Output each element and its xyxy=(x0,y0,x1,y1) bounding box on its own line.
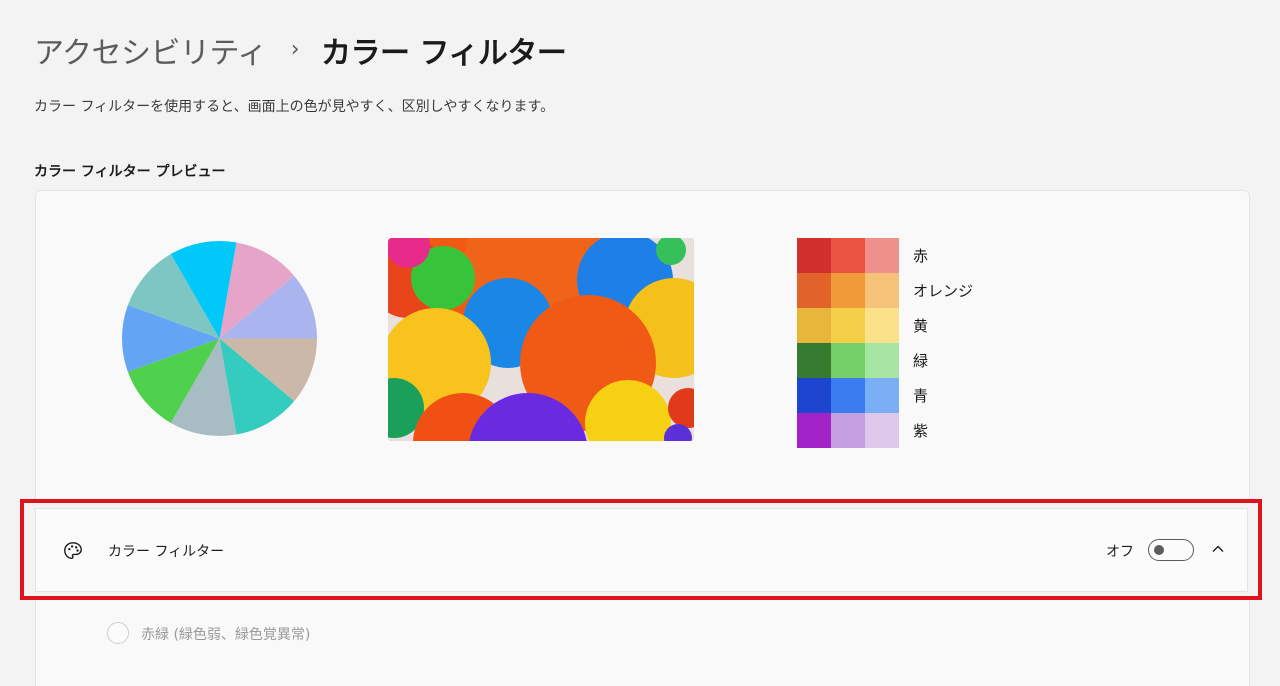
toggle-knob xyxy=(1154,545,1164,555)
swatch-label: 黄 xyxy=(913,317,929,335)
color-swatch xyxy=(865,343,899,378)
chevron-up-icon[interactable] xyxy=(1210,541,1226,557)
color-swatch xyxy=(831,413,865,448)
page-title: カラー フィルター xyxy=(321,36,567,71)
color-swatch xyxy=(831,308,865,343)
breadcrumb-parent[interactable]: アクセシビリティ xyxy=(34,28,267,72)
color-swatch xyxy=(865,378,899,413)
toggle-state-text: オフ xyxy=(1106,544,1134,560)
color-swatch xyxy=(797,343,831,378)
color-filter-toggle[interactable] xyxy=(1148,539,1194,561)
swatch-row: 紫 xyxy=(797,413,973,448)
swatch-row: 青 xyxy=(797,378,973,413)
preview-pie-chart xyxy=(121,240,318,437)
swatch-row: オレンジ xyxy=(797,273,973,308)
swatch-row: 赤 xyxy=(797,238,973,273)
color-swatch xyxy=(865,273,899,308)
swatch-label: オレンジ xyxy=(913,282,974,300)
color-swatch xyxy=(865,238,899,273)
swatch-label: 緑 xyxy=(913,352,929,370)
color-swatch xyxy=(797,308,831,343)
palette-icon xyxy=(64,542,82,560)
radio-red-green[interactable] xyxy=(107,622,129,644)
color-swatch xyxy=(797,273,831,308)
color-swatch xyxy=(831,238,865,273)
color-swatch xyxy=(797,413,831,448)
color-filter-setting-row[interactable]: カラー フィルター オフ xyxy=(35,508,1248,592)
color-swatch xyxy=(831,378,865,413)
swatch-label: 青 xyxy=(913,387,929,405)
color-swatch xyxy=(865,413,899,448)
color-swatch xyxy=(831,273,865,308)
swatch-label: 紫 xyxy=(913,422,929,440)
color-swatch xyxy=(865,308,899,343)
colorful-paper-fans-image xyxy=(388,238,694,441)
swatch-row: 黄 xyxy=(797,308,973,343)
color-swatch-grid: 赤オレンジ黄緑青紫 xyxy=(797,238,973,448)
radio-red-green-label: 赤緑 (緑色弱、緑色覚異常) xyxy=(141,627,311,643)
swatch-row: 緑 xyxy=(797,343,973,378)
color-swatch xyxy=(831,343,865,378)
color-swatch xyxy=(797,238,831,273)
swatch-label: 赤 xyxy=(913,247,929,265)
preview-section-title: カラー フィルター プレビュー xyxy=(34,164,226,180)
breadcrumb: アクセシビリティ › カラー フィルター xyxy=(34,28,567,72)
color-swatch xyxy=(797,378,831,413)
breadcrumb-separator: › xyxy=(290,36,300,62)
page-description: カラー フィルターを使用すると、画面上の色が見やすく、区別しやすくなります。 xyxy=(34,99,555,115)
preview-photo xyxy=(388,238,694,441)
color-filter-label: カラー フィルター xyxy=(108,544,225,560)
